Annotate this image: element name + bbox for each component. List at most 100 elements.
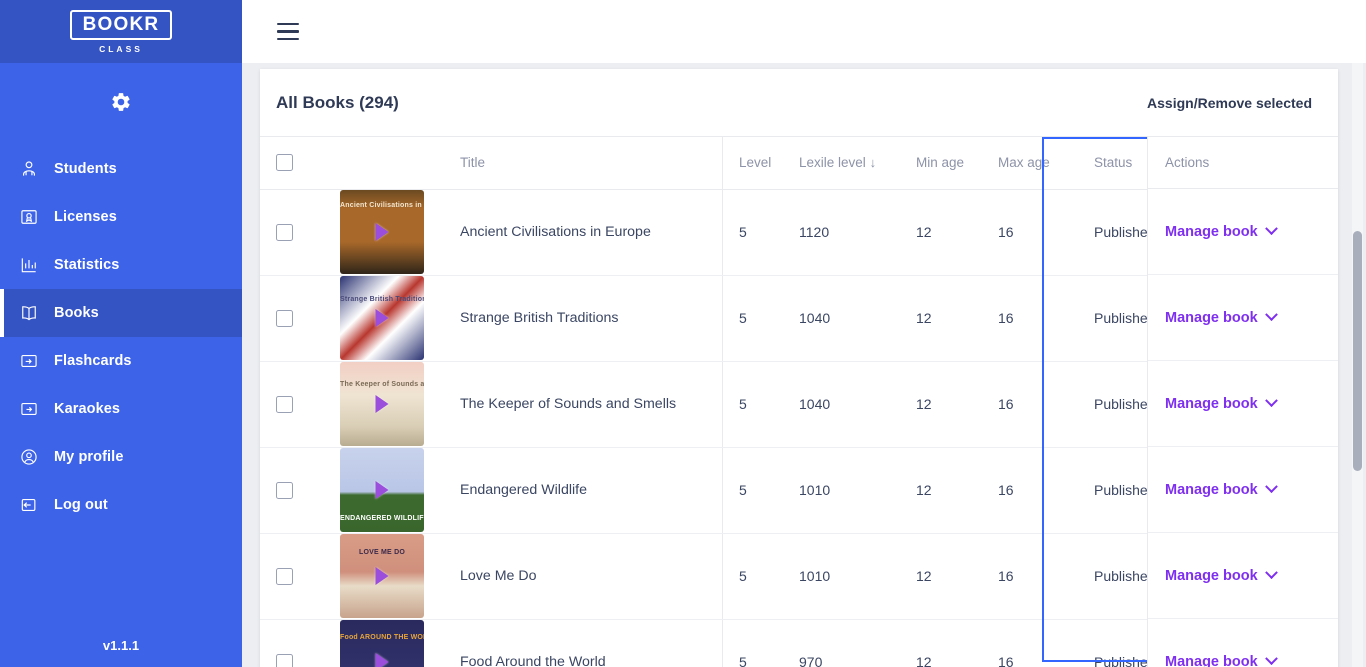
header-status[interactable]: Status: [1068, 137, 1153, 190]
manage-book-button[interactable]: Manage book: [1165, 308, 1278, 326]
sidebar-item-label: Licenses: [54, 209, 117, 225]
row-checkbox[interactable]: [276, 309, 293, 327]
play-icon: [375, 223, 389, 241]
row-checkbox[interactable]: [276, 395, 293, 413]
header-actions: Actions: [1148, 137, 1338, 189]
book-title[interactable]: Love Me Do: [446, 533, 722, 620]
sidebar-item-flashcards[interactable]: Flashcards: [0, 337, 242, 385]
manage-book-label: Manage book: [1165, 309, 1258, 326]
row-checkbox[interactable]: [276, 653, 293, 667]
book-max-age: 16: [976, 619, 1068, 667]
logo-subtext: CLASS: [99, 43, 143, 54]
book-level: 5: [722, 275, 784, 362]
table-row-actions: Manage book: [1148, 533, 1338, 619]
book-min-age: 12: [891, 189, 976, 276]
book-level: 5: [722, 189, 784, 276]
table-row-actions: Manage book: [1148, 361, 1338, 447]
book-cover-thumbnail[interactable]: Strange British Traditions: [340, 276, 424, 360]
row-select-cell: [260, 275, 340, 362]
hamburger-icon[interactable]: [277, 22, 299, 41]
row-checkbox[interactable]: [276, 481, 293, 499]
cover-title-text: ENDANGERED WILDLIFE: [340, 515, 424, 523]
header-lexile-label: Lexile level: [799, 155, 866, 171]
sidebar-item-label: Log out: [54, 497, 108, 513]
play-icon: [375, 481, 389, 499]
row-checkbox[interactable]: [276, 223, 293, 241]
manage-book-button[interactable]: Manage book: [1165, 480, 1278, 498]
sort-descending-icon: ↓: [869, 155, 877, 171]
sidebar-item-label: My profile: [54, 449, 124, 465]
sidebar-item-label: Karaokes: [54, 401, 121, 417]
hamburger-line: [277, 22, 299, 26]
sidebar-item-licenses[interactable]: Licenses: [0, 193, 242, 241]
table-row-actions: Manage book: [1148, 619, 1338, 667]
header-min-age[interactable]: Min age: [891, 137, 976, 190]
manage-book-button[interactable]: Manage book: [1165, 222, 1278, 240]
vertical-scrollbar[interactable]: [1352, 63, 1363, 667]
manage-book-label: Manage book: [1165, 223, 1258, 240]
row-cover-cell: LOVE ME DO: [340, 533, 446, 620]
book-cover-thumbnail[interactable]: The Keeper of Sounds and Smells: [340, 362, 424, 446]
books-card: All Books (294) Assign/Remove selected T…: [260, 69, 1338, 667]
book-min-age: 12: [891, 619, 976, 667]
chevron-down-icon: [1264, 566, 1278, 580]
header-level[interactable]: Level: [722, 137, 784, 190]
book-status: Published: [1068, 275, 1156, 362]
row-checkbox[interactable]: [276, 567, 293, 585]
book-lexile-level: 1040: [784, 275, 891, 362]
manage-book-label: Manage book: [1165, 395, 1258, 412]
manage-book-button[interactable]: Manage book: [1165, 652, 1278, 667]
book-title[interactable]: The Keeper of Sounds and Smells: [446, 361, 722, 448]
actions-column: Actions Manage book Manage book Manage b…: [1148, 137, 1338, 667]
sidebar-item-my-profile[interactable]: My profile: [0, 433, 242, 481]
book-title[interactable]: Endangered Wildlife: [446, 447, 722, 534]
book-lexile-level: 1010: [784, 447, 891, 534]
manage-book-button[interactable]: Manage book: [1165, 394, 1278, 412]
cover-title-text: The Keeper of Sounds and Smells: [340, 381, 424, 388]
settings-button[interactable]: [0, 63, 242, 145]
header-lexile-level[interactable]: Lexile level ↓: [784, 137, 891, 190]
scrollbar-thumb[interactable]: [1353, 231, 1362, 471]
book-title[interactable]: Strange British Traditions: [446, 275, 722, 362]
book-max-age: 16: [976, 361, 1068, 448]
book-min-age: 12: [891, 533, 976, 620]
app-root: BOOKR CLASS Students Licenses Statistics…: [0, 0, 1366, 667]
book-lexile-level: 1120: [784, 189, 891, 276]
book-cover-thumbnail[interactable]: Food AROUND THE WORLD: [340, 620, 424, 667]
play-icon: [375, 567, 389, 585]
book-cover-thumbnail[interactable]: ENDANGERED WILDLIFE: [340, 448, 424, 532]
sidebar: BOOKR CLASS Students Licenses Statistics…: [0, 0, 242, 667]
app-logo[interactable]: BOOKR CLASS: [0, 0, 242, 63]
chevron-down-icon: [1264, 394, 1278, 408]
chevron-down-icon: [1264, 652, 1278, 666]
cover-header: [340, 137, 446, 190]
book-max-age: 16: [976, 189, 1068, 276]
book-lexile-level: 1040: [784, 361, 891, 448]
select-all-checkbox[interactable]: [276, 154, 293, 172]
sidebar-item-label: Statistics: [54, 257, 120, 273]
sidebar-item-label: Books: [54, 305, 99, 321]
user-icon: [18, 446, 40, 468]
book-title[interactable]: Ancient Civilisations in Europe: [446, 189, 722, 276]
book-title[interactable]: Food Around the World: [446, 619, 722, 667]
book-status: Published: [1068, 533, 1156, 620]
row-select-cell: [260, 189, 340, 276]
header-title[interactable]: Title: [446, 137, 722, 190]
book-lexile-level: 1010: [784, 533, 891, 620]
book-lexile-level: 970: [784, 619, 891, 667]
sidebar-item-log-out[interactable]: Log out: [0, 481, 242, 529]
book-min-age: 12: [891, 275, 976, 362]
row-cover-cell: The Keeper of Sounds and Smells: [340, 361, 446, 448]
cover-title-text: Ancient Civilisations in Europe: [340, 202, 424, 209]
book-cover-thumbnail[interactable]: LOVE ME DO: [340, 534, 424, 618]
header-max-age[interactable]: Max age: [976, 137, 1068, 190]
assign-remove-selected-button[interactable]: Assign/Remove selected: [1147, 95, 1322, 111]
sidebar-item-students[interactable]: Students: [0, 145, 242, 193]
cover-title-text: LOVE ME DO: [359, 549, 405, 556]
top-bar: [242, 0, 1366, 63]
book-cover-thumbnail[interactable]: Ancient Civilisations in Europe: [340, 190, 424, 274]
sidebar-item-books[interactable]: Books: [0, 289, 242, 337]
manage-book-button[interactable]: Manage book: [1165, 566, 1278, 584]
sidebar-item-karaokes[interactable]: Karaokes: [0, 385, 242, 433]
sidebar-item-statistics[interactable]: Statistics: [0, 241, 242, 289]
